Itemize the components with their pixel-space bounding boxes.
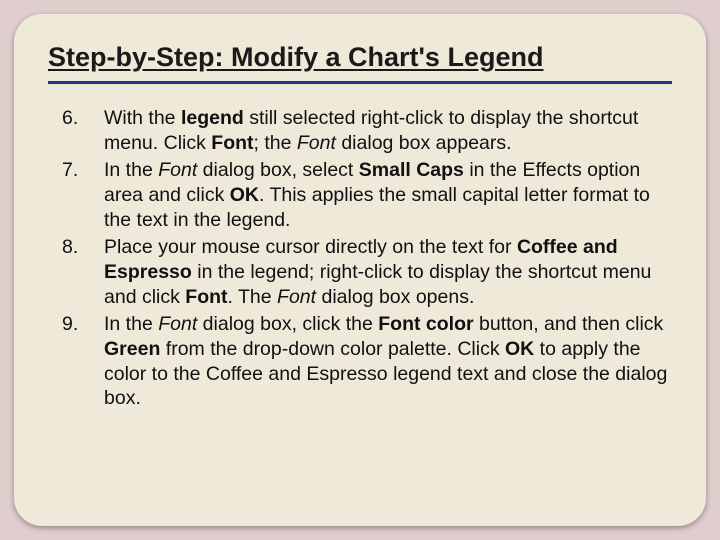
text: Place your mouse cursor directly on the … xyxy=(104,236,517,258)
bold-ok: OK xyxy=(230,184,259,206)
italic-font: Font xyxy=(297,132,336,154)
step-list: With the legend still selected right-cli… xyxy=(48,106,672,411)
italic-font: Font xyxy=(158,313,197,335)
step-9: In the Font dialog box, click the Font c… xyxy=(48,312,672,412)
step-7: In the Font dialog box, select Small Cap… xyxy=(48,158,672,233)
bold-ok: OK xyxy=(505,338,534,360)
step-8: Place your mouse cursor directly on the … xyxy=(48,235,672,310)
italic-font: Font xyxy=(277,286,316,308)
text: dialog box, click the xyxy=(197,313,378,335)
bold-font: Font xyxy=(185,286,227,308)
text: In the xyxy=(104,313,158,335)
page-title: Step-by-Step: Modify a Chart's Legend xyxy=(48,42,672,84)
step-6: With the legend still selected right-cli… xyxy=(48,106,672,156)
text: In the xyxy=(104,159,158,181)
italic-font: Font xyxy=(158,159,197,181)
bold-legend: legend xyxy=(181,107,244,129)
bold-font-color: Font color xyxy=(378,313,473,335)
text: dialog box appears. xyxy=(336,132,512,154)
text: from the drop-down color palette. Click xyxy=(160,338,505,360)
slide-card: Step-by-Step: Modify a Chart's Legend Wi… xyxy=(14,14,706,526)
text: button, and then click xyxy=(474,313,664,335)
bold-green: Green xyxy=(104,338,160,360)
bold-small-caps: Small Caps xyxy=(359,159,464,181)
bold-font: Font xyxy=(211,132,253,154)
text: ; the xyxy=(254,132,297,154)
text: . The xyxy=(228,286,278,308)
text: dialog box opens. xyxy=(316,286,474,308)
text: With the xyxy=(104,107,181,129)
text: dialog box, select xyxy=(197,159,359,181)
